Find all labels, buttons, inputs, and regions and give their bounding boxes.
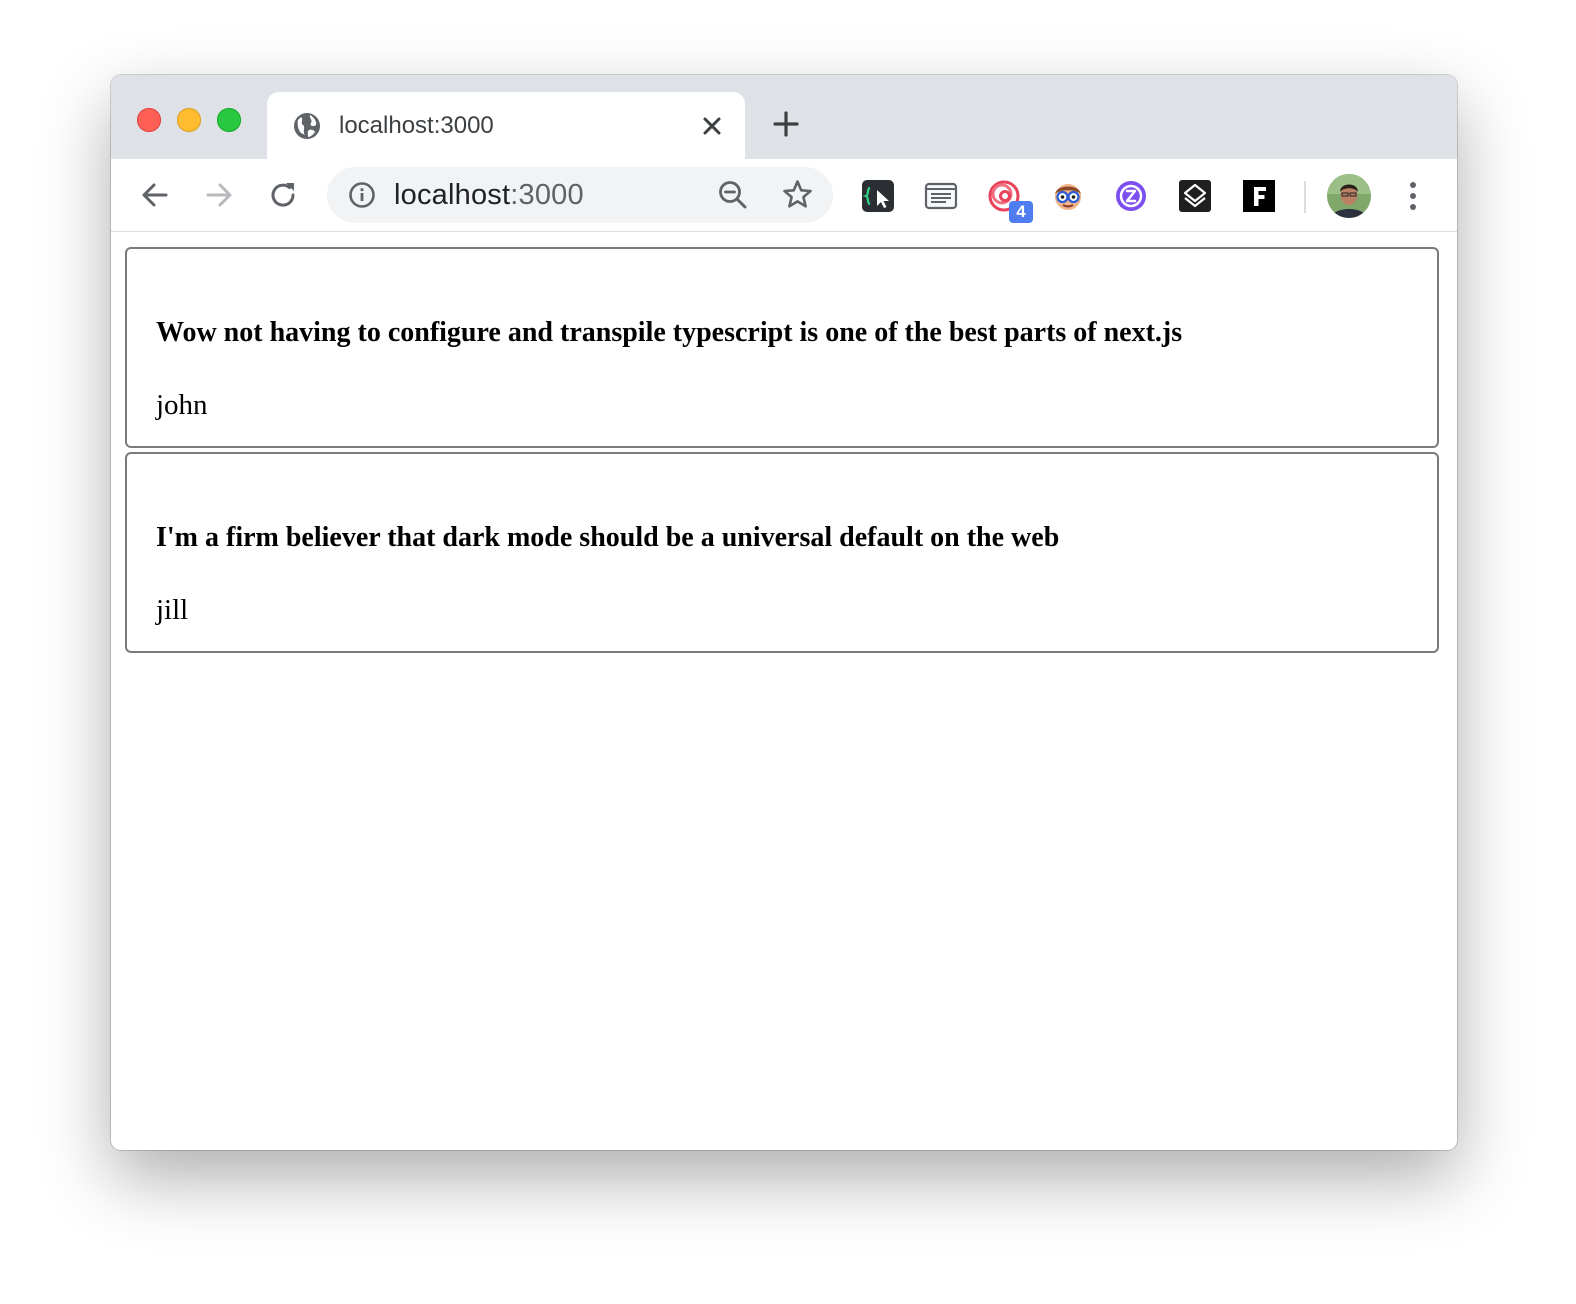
zoom-out-icon[interactable] <box>717 179 749 211</box>
layers-extension-icon[interactable] <box>1178 179 1212 213</box>
purple-circle-extension-icon[interactable] <box>1114 179 1148 213</box>
browser-window: localhost:3000 localhost:3000 4 Wow not … <box>111 75 1457 1150</box>
window-maximize-button[interactable] <box>217 108 241 132</box>
post-title: I'm a firm believer that dark mode shoul… <box>156 522 1060 553</box>
page-content: Wow not having to configure and transpil… <box>111 232 1457 1150</box>
three-dot-menu-icon[interactable] <box>1398 179 1428 213</box>
bookmark-star-icon[interactable] <box>781 178 814 211</box>
nerd-glasses-extension-icon[interactable] <box>1051 179 1085 213</box>
url-host: localhost <box>394 179 511 211</box>
post-author: john <box>156 389 208 421</box>
tab-strip: localhost:3000 <box>111 75 1457 159</box>
window-minimize-button[interactable] <box>177 108 201 132</box>
window-close-button[interactable] <box>137 108 161 132</box>
post-author: jill <box>156 594 189 626</box>
globe-icon <box>294 113 320 139</box>
new-tab-plus-icon[interactable] <box>771 109 801 139</box>
post-title: Wow not having to configure and transpil… <box>156 317 1183 348</box>
tab-localhost[interactable]: localhost:3000 <box>267 92 745 159</box>
code-cursor-extension-icon[interactable] <box>861 179 895 213</box>
profile-avatar[interactable] <box>1327 174 1371 218</box>
info-icon[interactable] <box>347 180 377 210</box>
tab-title: localhost:3000 <box>339 112 494 139</box>
toolbar-divider <box>1304 181 1306 213</box>
back-arrow-icon[interactable] <box>139 179 171 211</box>
extension-badge: 4 <box>1009 201 1033 223</box>
address-bar[interactable]: localhost:3000 <box>327 167 833 223</box>
profile-photo <box>1327 174 1371 218</box>
post-card: Wow not having to configure and transpil… <box>125 247 1439 448</box>
url-text: localhost:3000 <box>394 179 584 211</box>
post-card: I'm a firm believer that dark mode shoul… <box>125 452 1439 653</box>
reader-extension-icon[interactable] <box>924 179 958 213</box>
f-extension-icon[interactable] <box>1242 179 1276 213</box>
url-port: :3000 <box>510 179 584 211</box>
reload-icon[interactable] <box>267 179 299 211</box>
browser-toolbar: localhost:3000 4 <box>111 159 1457 232</box>
close-icon[interactable] <box>697 111 727 141</box>
forward-arrow-icon[interactable] <box>203 179 235 211</box>
